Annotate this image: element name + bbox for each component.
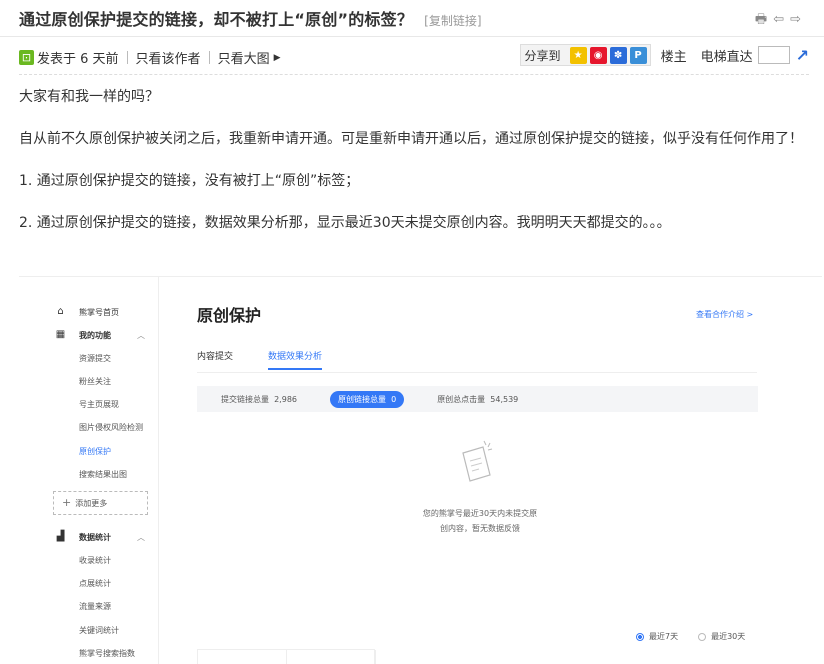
elevator-label: 电梯直达	[700, 49, 753, 65]
bottom-tab	[287, 650, 376, 664]
grid-icon: ▦	[55, 329, 66, 340]
title-actions: 🖶 ⇦ ⇨	[755, 12, 801, 28]
sidebar-item: 图片侵权风险检测	[79, 423, 143, 432]
sidebar-item: 资源提交	[79, 354, 111, 363]
sidebar-item: 号主页展现	[79, 400, 119, 409]
post-paragraph: 2. 通过原创保护提交的链接，数据效果分析那，显示最近30天未提交原创内容。我明…	[19, 215, 671, 231]
page-title: 原创保护	[197, 306, 262, 325]
screenshot-tabs: 内容提交 数据效果分析	[197, 349, 357, 370]
qzone-share-icon[interactable]: ★	[569, 46, 587, 64]
share-label: 分享到	[524, 48, 561, 63]
post-meta-right: 分享到 ★ ◉ ✽ P 楼主 电梯直达 ↗	[519, 44, 809, 66]
radio-unselected-icon	[698, 632, 707, 641]
sidebar-item: 熊掌号搜索指数	[79, 649, 135, 658]
stat-value: 2,986	[274, 394, 297, 404]
floor-number-input[interactable]	[757, 46, 790, 64]
thread-title-row: 通过原创保护提交的链接，却不被打上“原创”的标签？ [复制链接] 🖶 ⇦ ⇨	[19, 9, 809, 31]
sidebar-item: 流量来源	[79, 602, 111, 611]
sidebar-item: 关键词统计	[79, 626, 119, 635]
sidebar-item: 粉丝关注	[79, 377, 111, 386]
range-label: 最近30天	[711, 632, 746, 641]
coop-intro-link: 查看合作介绍 >	[696, 310, 754, 319]
thread-title: 通过原创保护提交的链接，却不被打上“原创”的标签？	[19, 10, 414, 29]
sidebar-item-active: 原创保护	[79, 447, 111, 456]
meta-separator	[126, 51, 128, 64]
stats-bar: 提交链接总量 2,986 原创链接总量 0 原创总点击量 54,539	[197, 386, 758, 412]
post-paragraph: 自从前不久原创保护被关闭之后，我重新申请开通。可是重新申请开通以后，通过原创保护…	[19, 131, 803, 147]
online-user-icon: ⊡	[19, 50, 34, 65]
sidebar-data-stats: 数据统计	[79, 533, 111, 542]
stat-value: 54,539	[490, 394, 519, 404]
sidebar-home: 熊掌号首页	[79, 308, 119, 317]
radio-selected-icon	[636, 632, 644, 641]
title-divider	[0, 36, 824, 37]
stat-label: 原创总点击量	[437, 394, 486, 404]
stat-submitted: 提交链接总量 2,986	[221, 394, 297, 405]
stat-label: 提交链接总量	[221, 394, 269, 404]
jump-arrow-icon[interactable]: ↗	[796, 46, 809, 65]
empty-message-line: 创内容，暂无数据反馈	[440, 524, 520, 533]
meta-divider	[19, 74, 809, 75]
stat-label: 原创链接总量	[338, 394, 386, 404]
meta-separator	[208, 51, 210, 64]
embedded-screenshot: ⌂ 熊掌号首页 ▦ 我的功能 ︿ 资源提交 粉丝关注 号主页展现 图片侵权风险检…	[19, 276, 822, 664]
floor-owner-label: 楼主	[660, 49, 687, 65]
tabs-divider	[197, 372, 757, 373]
stat-original-clicks: 原创总点击量 54,539	[437, 394, 518, 405]
empty-message: 您的熊掌号最近30天内未提交原 创内容，暂无数据反馈	[390, 506, 570, 536]
prev-thread-icon[interactable]: ⇦	[773, 12, 784, 28]
only-author-link[interactable]: 只看该作者	[136, 48, 201, 67]
add-more-box: + 添加更多	[53, 491, 148, 515]
range-selector: 最近7天 最近30天	[636, 631, 765, 642]
home-icon: ⌂	[57, 306, 64, 317]
bottom-tabs-partial	[197, 649, 376, 664]
chevron-up-icon: ︿	[137, 331, 145, 340]
triangle-right-icon: ▶	[273, 52, 281, 63]
sidebar-item: 搜索结果出图	[79, 470, 127, 479]
sidebar-item: 收录统计	[79, 556, 111, 565]
print-icon[interactable]: 🖶	[755, 12, 767, 28]
chevron-up-icon: ︿	[137, 533, 145, 542]
empty-message-line: 您的熊掌号最近30天内未提交原	[422, 509, 538, 518]
weibo-share-icon[interactable]: ◉	[589, 46, 607, 64]
copy-link-button[interactable]: [复制链接]	[424, 14, 481, 28]
post-paragraph: 1. 通过原创保护提交的链接，没有被打上“原创”标签；	[19, 173, 360, 189]
post-content: 大家有和我一样的吗？ 自从前不久原创保护被关闭之后，我重新申请开通。可是重新申请…	[19, 87, 809, 234]
post-meta-left: ⊡ 发表于 6 天前 只看该作者 只看大图 ▶	[19, 48, 281, 67]
empty-document-icon	[462, 440, 493, 482]
screenshot-sidebar: ⌂ 熊掌号首页 ▦ 我的功能 ︿ 资源提交 粉丝关注 号主页展现 图片侵权风险检…	[19, 277, 159, 664]
range-label: 最近7天	[649, 632, 679, 641]
bottom-tab	[198, 650, 287, 664]
sidebar-my-functions: 我的功能	[79, 331, 111, 340]
range-option-30d: 最近30天	[698, 631, 745, 642]
range-option-7d: 最近7天	[636, 631, 678, 642]
post-meta-bar: ⊡ 发表于 6 天前 只看该作者 只看大图 ▶ 分享到 ★ ◉ ✽ P 楼主 电…	[19, 44, 809, 70]
tab-data-analysis: 数据效果分析	[268, 349, 323, 370]
posted-time: 发表于 6 天前	[37, 52, 119, 67]
post-paragraph: 大家有和我一样的吗？	[19, 89, 159, 105]
tab-content-submit: 内容提交	[197, 352, 234, 362]
stat-original-links: 原创链接总量 0	[330, 390, 405, 408]
screenshot-main: 原创保护 查看合作介绍 > 内容提交 数据效果分析 提交链接总量 2,986 原…	[160, 277, 822, 664]
plus-icon: +	[62, 496, 72, 509]
share-box: 分享到 ★ ◉ ✽ P	[519, 44, 651, 66]
tieba-share-icon[interactable]: P	[629, 46, 647, 64]
only-big-image-link[interactable]: 只看大图	[218, 48, 270, 67]
baidu-share-icon[interactable]: ✽	[609, 46, 627, 64]
stat-value: 0	[391, 394, 397, 404]
bar-chart-icon: ▟	[56, 531, 65, 542]
sidebar-item: 点展统计	[79, 579, 111, 588]
next-thread-icon[interactable]: ⇨	[790, 12, 801, 28]
add-more-label: 添加更多	[75, 499, 108, 508]
